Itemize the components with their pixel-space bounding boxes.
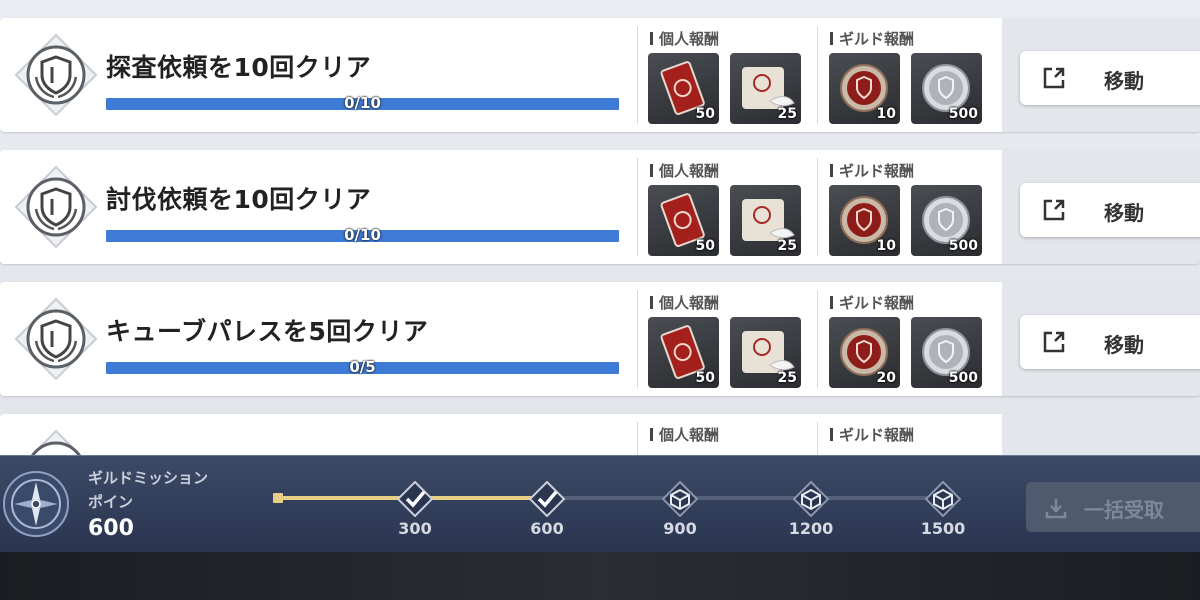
mission-title: 探査依頼を10回クリア — [106, 53, 372, 82]
move-button[interactable]: 移動 — [1020, 315, 1200, 369]
move-button[interactable]: 移動 — [1020, 51, 1200, 105]
move-button-label: 移動 — [1104, 333, 1144, 357]
divider — [637, 290, 638, 388]
guild-points-label: ギルドミッションポイン — [88, 469, 209, 511]
guild-points-bar: ギルドミッションポイン 600 300 600 900 1200 1500 一括… — [0, 455, 1200, 553]
guild-reward-label: ギルド報酬 — [830, 424, 914, 445]
points-track-start — [273, 493, 283, 503]
reward-item-red-medal[interactable]: 20 — [829, 317, 900, 388]
milestone-1200-cube-icon[interactable] — [793, 481, 829, 517]
milestone-label: 1200 — [788, 519, 834, 538]
external-link-icon — [1043, 67, 1065, 89]
progress-bar: 0/10 — [106, 226, 619, 244]
personal-reward-label: 個人報酬 — [650, 292, 719, 313]
divider — [817, 290, 818, 388]
reward-quantity: 20 — [876, 370, 896, 386]
personal-reward-label: 個人報酬 — [650, 424, 719, 445]
reward-quantity: 10 — [876, 238, 896, 254]
progress-text: 0/10 — [344, 226, 381, 244]
move-button-label: 移動 — [1104, 201, 1144, 225]
reward-quantity: 500 — [948, 106, 978, 122]
milestone-label: 1500 — [920, 519, 966, 538]
mission-title: 討伐依頼を10回クリア — [106, 185, 372, 214]
reward-item-red-medal[interactable]: 10 — [829, 185, 900, 256]
milestone-label: 300 — [398, 519, 432, 538]
reward-item-silver-medal[interactable]: 500 — [911, 317, 982, 388]
divider — [817, 158, 818, 256]
shield-laurel-emblem-icon — [14, 33, 98, 117]
divider — [637, 158, 638, 256]
claim-all-label: 一括受取 — [1084, 498, 1164, 522]
mission-title: キューブパレスを5回クリア — [106, 317, 429, 346]
reward-quantity: 500 — [948, 238, 978, 254]
reward-quantity: 500 — [948, 370, 978, 386]
milestone-600-check-icon[interactable] — [529, 481, 565, 517]
milestone-label: 900 — [663, 519, 697, 538]
external-link-icon — [1043, 331, 1065, 353]
reward-item-red-ticket[interactable]: 50 — [648, 185, 719, 256]
download-icon — [1045, 499, 1067, 519]
mission-card: 探査依頼を10回クリア 0/10 個人報酬 ギルド報酬 50 25 10 500 — [0, 18, 1200, 132]
milestone-300-check-icon[interactable] — [397, 481, 433, 517]
background-scene — [0, 552, 1200, 600]
mission-card: キューブパレスを5回クリア 0/5 個人報酬 ギルド報酬 50 25 20 50… — [0, 282, 1200, 396]
reward-item-red-ticket[interactable]: 50 — [648, 53, 719, 124]
shield-laurel-emblem-icon — [14, 165, 98, 249]
reward-quantity: 50 — [695, 238, 715, 254]
move-button[interactable]: 移動 — [1020, 183, 1200, 237]
divider — [817, 26, 818, 124]
milestone-1500-cube-icon[interactable] — [925, 481, 961, 517]
reward-item-red-medal[interactable]: 10 — [829, 53, 900, 124]
reward-item-scroll[interactable]: 25 — [730, 185, 801, 256]
reward-quantity: 50 — [695, 106, 715, 122]
reward-item-red-ticket[interactable]: 50 — [648, 317, 719, 388]
reward-quantity: 25 — [777, 106, 797, 122]
milestone-900-cube-icon[interactable] — [662, 481, 698, 517]
reward-quantity: 10 — [876, 106, 896, 122]
claim-all-button[interactable]: 一括受取 — [1026, 482, 1200, 532]
guild-reward-label: ギルド報酬 — [830, 28, 914, 49]
reward-item-silver-medal[interactable]: 500 — [911, 185, 982, 256]
guild-points-value: 600 — [88, 516, 134, 541]
reward-quantity: 25 — [777, 238, 797, 254]
reward-quantity: 25 — [777, 370, 797, 386]
external-link-icon — [1043, 199, 1065, 221]
reward-item-scroll[interactable]: 25 — [730, 53, 801, 124]
move-button-label: 移動 — [1104, 69, 1144, 93]
reward-item-scroll[interactable]: 25 — [730, 317, 801, 388]
progress-bar: 0/10 — [106, 94, 619, 112]
guild-reward-label: ギルド報酬 — [830, 160, 914, 181]
progress-bar: 0/5 — [106, 358, 619, 376]
reward-quantity: 50 — [695, 370, 715, 386]
milestone-label: 600 — [530, 519, 564, 538]
progress-text: 0/5 — [349, 358, 376, 376]
reward-item-silver-medal[interactable]: 500 — [911, 53, 982, 124]
personal-reward-label: 個人報酬 — [650, 28, 719, 49]
personal-reward-label: 個人報酬 — [650, 160, 719, 181]
compass-emblem-icon — [3, 471, 69, 537]
guild-reward-label: ギルド報酬 — [830, 292, 914, 313]
progress-text: 0/10 — [344, 94, 381, 112]
shield-laurel-emblem-icon — [14, 297, 98, 381]
mission-card: 討伐依頼を10回クリア 0/10 個人報酬 ギルド報酬 50 25 10 500 — [0, 150, 1200, 264]
divider — [637, 26, 638, 124]
